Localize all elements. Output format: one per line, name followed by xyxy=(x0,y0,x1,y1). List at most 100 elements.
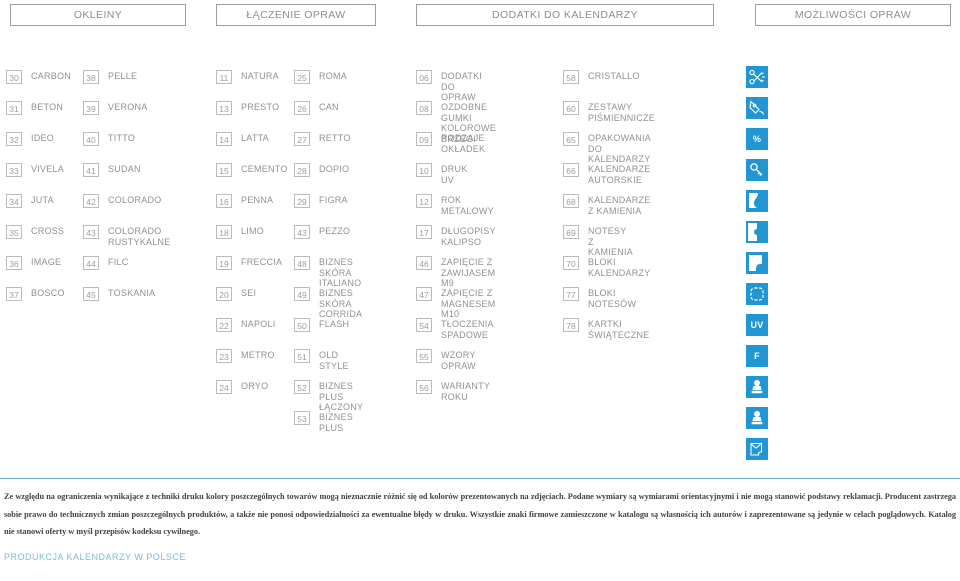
entry-number: 41 xyxy=(83,163,99,177)
index-entry[interactable]: 20 SEI xyxy=(216,287,256,301)
percent-discount-icon[interactable]: % xyxy=(746,128,768,150)
index-entry[interactable]: 19 FRECCIA xyxy=(216,256,282,270)
entry-label: DŁUGOPISY KALIPSO xyxy=(441,226,496,247)
entry-label: VIVELA xyxy=(31,164,65,174)
ribbon-icon[interactable] xyxy=(746,190,768,212)
index-entry[interactable]: 22 NAPOLI xyxy=(216,318,276,332)
entry-label: IDEO xyxy=(31,133,55,143)
index-entry[interactable]: 32 IDEO xyxy=(6,132,54,146)
puzzle-notch-icon[interactable] xyxy=(746,221,768,243)
index-entry[interactable]: 31 BETON xyxy=(6,101,63,115)
index-entry[interactable]: 30 CARBON xyxy=(6,70,71,84)
rounded-square-icon[interactable] xyxy=(746,283,768,305)
index-entry[interactable]: 43 PEZZO xyxy=(294,225,350,239)
index-entry[interactable]: 13 PRESTO xyxy=(216,101,279,115)
index-entry[interactable]: 09 RODZAJE OKŁADEK xyxy=(416,132,485,154)
index-entry[interactable]: 39 VERONA xyxy=(83,101,148,115)
page-curl-icon[interactable] xyxy=(746,252,768,274)
entry-number: 33 xyxy=(6,163,22,177)
index-entry[interactable]: 46 ZAPIĘCIE Z ZAWIJASEM M9 xyxy=(416,256,495,289)
index-entry[interactable]: 77 BLOKI NOTESÓW xyxy=(563,287,636,309)
index-entry[interactable]: 53 BIZNES PLUS xyxy=(294,411,353,433)
entry-number: 08 xyxy=(416,101,432,115)
foil-f-icon[interactable]: F xyxy=(746,345,768,367)
index-entry[interactable]: 47 ZAPIĘCIE Z MAGNESEM M10 xyxy=(416,287,496,320)
index-entry[interactable]: 16 PENNA xyxy=(216,194,273,208)
entry-number: 15 xyxy=(216,163,232,177)
entry-label: CARBON xyxy=(31,71,72,81)
index-entry[interactable]: 70 BLOKI KALENDARZY xyxy=(563,256,651,278)
index-entry[interactable]: 54 TŁOCZENIA SPADOWE xyxy=(416,318,493,340)
index-entry[interactable]: 48 BIZNES SKÓRA ITALIANO xyxy=(294,256,361,289)
entry-label: VERONA xyxy=(108,102,148,112)
index-entry[interactable]: 50 FLASH xyxy=(294,318,349,332)
index-entry[interactable]: 27 RETTO xyxy=(294,132,351,146)
pen-nib-icon[interactable] xyxy=(746,97,768,119)
index-entry[interactable]: 60 ZESTAWY PIŚMIENNICZE xyxy=(563,101,655,123)
index-entry[interactable]: 29 FIGRA xyxy=(294,194,348,208)
tab-1[interactable]: OKLEINY xyxy=(10,4,186,26)
index-entry[interactable]: 17 DŁUGOPISY KALIPSO xyxy=(416,225,496,247)
entry-label: BLOKI KALENDARZY xyxy=(588,257,651,278)
entry-number: 13 xyxy=(216,101,232,115)
index-entry[interactable]: 41 SUDAN xyxy=(83,163,141,177)
key-icon[interactable] xyxy=(746,159,768,181)
index-entry[interactable]: 06 DODATKI DO OPRAW xyxy=(416,70,482,103)
index-entry[interactable]: 18 LIMO xyxy=(216,225,264,239)
entry-label: DOPIO xyxy=(319,164,350,174)
index-entry[interactable]: 68 KALENDARZE Z KAMIENIA xyxy=(563,194,651,216)
index-entry[interactable]: 58 CRISTALLO xyxy=(563,70,640,84)
tab-4[interactable]: MOŻLIWOŚCI OPRAW xyxy=(755,4,951,26)
index-entry[interactable]: 36 IMAGE xyxy=(6,256,61,270)
tab-2[interactable]: ŁĄCZENIE OPRAW xyxy=(216,4,376,26)
entry-number: 35 xyxy=(6,225,22,239)
index-entry[interactable]: 42 COLORADO xyxy=(83,194,162,208)
tab-3[interactable]: DODATKI DO KALENDARZY xyxy=(416,4,714,26)
index-entry[interactable]: 44 FILC xyxy=(83,256,129,270)
index-entry[interactable]: 12 ROK METALOWY xyxy=(416,194,494,216)
entry-label: METRO xyxy=(241,350,275,360)
index-entry[interactable]: 66 KALENDARZE AUTORSKIE xyxy=(563,163,651,185)
index-entry[interactable]: 10 DRUK UV xyxy=(416,163,468,185)
entry-label: ORYO xyxy=(241,381,269,391)
index-entry[interactable]: 15 CEMENTO xyxy=(216,163,288,177)
entry-number: 48 xyxy=(294,256,310,270)
index-entry[interactable]: 56 WARIANTY ROKU xyxy=(416,380,490,402)
index-entry[interactable]: 65 OPAKOWANIA DO KALENDARZY xyxy=(563,132,651,165)
index-entry[interactable]: 52 BIZNES PLUS ŁĄCZONY xyxy=(294,380,363,413)
envelope-card-icon[interactable] xyxy=(746,438,768,460)
entry-label: NAPOLI xyxy=(241,319,276,329)
index-entry[interactable]: 49 BIZNES SKÓRA CORRIDA xyxy=(294,287,362,320)
index-entry[interactable]: 14 LATTA xyxy=(216,132,269,146)
index-entry[interactable]: 28 DOPIO xyxy=(294,163,349,177)
index-entry[interactable]: 35 CROSS xyxy=(6,225,64,239)
index-entry[interactable]: 51 OLD STYLE xyxy=(294,349,349,371)
index-entry[interactable]: 45 TOSKANIA xyxy=(83,287,155,301)
index-entry[interactable]: 55 WZORY OPRAW xyxy=(416,349,476,371)
entry-number: 60 xyxy=(563,101,579,115)
entry-number: 12 xyxy=(416,194,432,208)
entry-label: ZESTAWY PIŚMIENNICZE xyxy=(588,102,656,123)
index-entry[interactable]: 40 TITTO xyxy=(83,132,135,146)
uv-print-icon[interactable]: UV xyxy=(746,314,768,336)
index-entry[interactable]: 25 ROMA xyxy=(294,70,347,84)
index-entry[interactable]: 34 JUTA xyxy=(6,194,54,208)
scissors-cut-icon[interactable] xyxy=(746,66,768,88)
stamp-icon-1[interactable] xyxy=(746,376,768,398)
index-entry[interactable]: 33 VIVELA xyxy=(6,163,64,177)
index-entry[interactable]: 43 COLORADO RUSTYKALNE xyxy=(83,225,171,247)
index-entry[interactable]: 37 BOSCO xyxy=(6,287,65,301)
index-entry[interactable]: 24 ORYO xyxy=(216,380,268,394)
index-entry[interactable]: 26 CAN xyxy=(294,101,339,115)
index-entry[interactable]: 78 KARTKI ŚWIĄTECZNE xyxy=(563,318,650,340)
entry-label: PELLE xyxy=(108,71,138,81)
stamp-icon-2[interactable] xyxy=(746,407,768,429)
entry-number: 45 xyxy=(83,287,99,301)
entry-label: COLORADO xyxy=(108,195,162,205)
entry-number: 17 xyxy=(416,225,432,239)
index-entry[interactable]: 38 PELLE xyxy=(83,70,137,84)
index-entry[interactable]: 69 NOTESY Z KAMIENIA xyxy=(563,225,633,258)
index-entry[interactable]: 23 METRO xyxy=(216,349,275,363)
entry-label: CROSS xyxy=(31,226,65,236)
index-entry[interactable]: 11 NATURA xyxy=(216,70,279,84)
